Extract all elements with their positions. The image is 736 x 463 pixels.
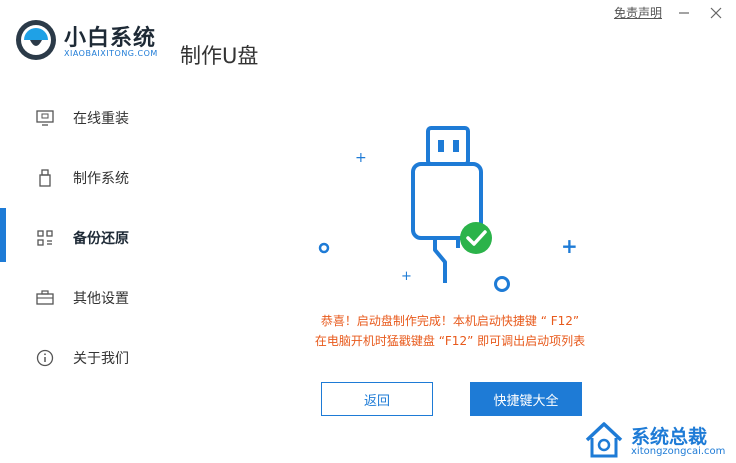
sidebar-item-other-settings[interactable]: 其他设置 bbox=[0, 268, 180, 328]
usb-plug-icon bbox=[411, 126, 483, 283]
usb-pin-left bbox=[438, 140, 444, 152]
logo-name: 小白系统 bbox=[64, 26, 157, 51]
topbar: 免责声明 bbox=[614, 4, 726, 21]
logo-mark-icon bbox=[16, 20, 56, 60]
backup-grid-icon bbox=[36, 229, 54, 247]
briefcase-icon bbox=[36, 289, 54, 307]
info-icon bbox=[36, 349, 54, 367]
success-check-icon bbox=[460, 222, 492, 254]
site-watermark: 系统总裁 xitongzongcai.com bbox=[583, 420, 733, 462]
usb-pin-right bbox=[453, 140, 459, 152]
sidebar-item-label: 制作系统 bbox=[73, 171, 129, 187]
minimize-icon bbox=[679, 11, 689, 14]
hotkeys-list-button[interactable]: 快捷键大全 bbox=[470, 382, 582, 416]
app-logo: 小白系统 XIAOBAIXITONG.COM bbox=[14, 16, 174, 66]
monitor-icon bbox=[36, 109, 54, 127]
close-icon bbox=[710, 7, 722, 18]
back-button[interactable]: 返回 bbox=[321, 382, 433, 416]
close-button[interactable] bbox=[706, 5, 726, 21]
sidebar-item-backup-restore[interactable]: 备份还原 bbox=[0, 208, 180, 268]
sidebar-item-make-system[interactable]: 制作系统 bbox=[0, 148, 180, 208]
usb-success-illustration: + + + bbox=[318, 126, 578, 292]
decor-sparkles: + + + bbox=[318, 150, 578, 292]
svg-text:+: + bbox=[401, 269, 412, 284]
svg-text:+: + bbox=[355, 150, 367, 166]
page-title: 制作U盘 bbox=[180, 44, 259, 68]
sidebar: 在线重装 制作系统 备份还原 其他设置 关于我们 bbox=[0, 88, 180, 388]
sidebar-item-label: 在线重装 bbox=[73, 111, 129, 127]
logo-subtitle: XIAOBAIXITONG.COM bbox=[64, 49, 158, 58]
sidebar-item-about-us[interactable]: 关于我们 bbox=[0, 328, 180, 388]
success-message: 恭喜！启动盘制作完成！本机启动快捷键 “ F12” bbox=[320, 314, 580, 328]
watermark-url: xitongzongcai.com bbox=[631, 446, 726, 457]
usb-drive-icon bbox=[36, 169, 54, 187]
svg-text:+: + bbox=[561, 234, 578, 258]
house-logo-icon bbox=[585, 422, 623, 458]
hotkey-instruction: 在电脑开机时猛戳键盘 “F12” 即可调出启动项列表 bbox=[314, 334, 586, 348]
watermark-name: 系统总裁 bbox=[631, 426, 708, 448]
sidebar-item-label: 其他设置 bbox=[73, 291, 129, 307]
sidebar-item-label: 关于我们 bbox=[73, 351, 129, 367]
disclaimer-link[interactable]: 免责声明 bbox=[614, 4, 662, 21]
sidebar-item-online-reinstall[interactable]: 在线重装 bbox=[0, 88, 180, 148]
sidebar-item-label: 备份还原 bbox=[73, 231, 129, 247]
minimize-button[interactable] bbox=[674, 5, 694, 21]
